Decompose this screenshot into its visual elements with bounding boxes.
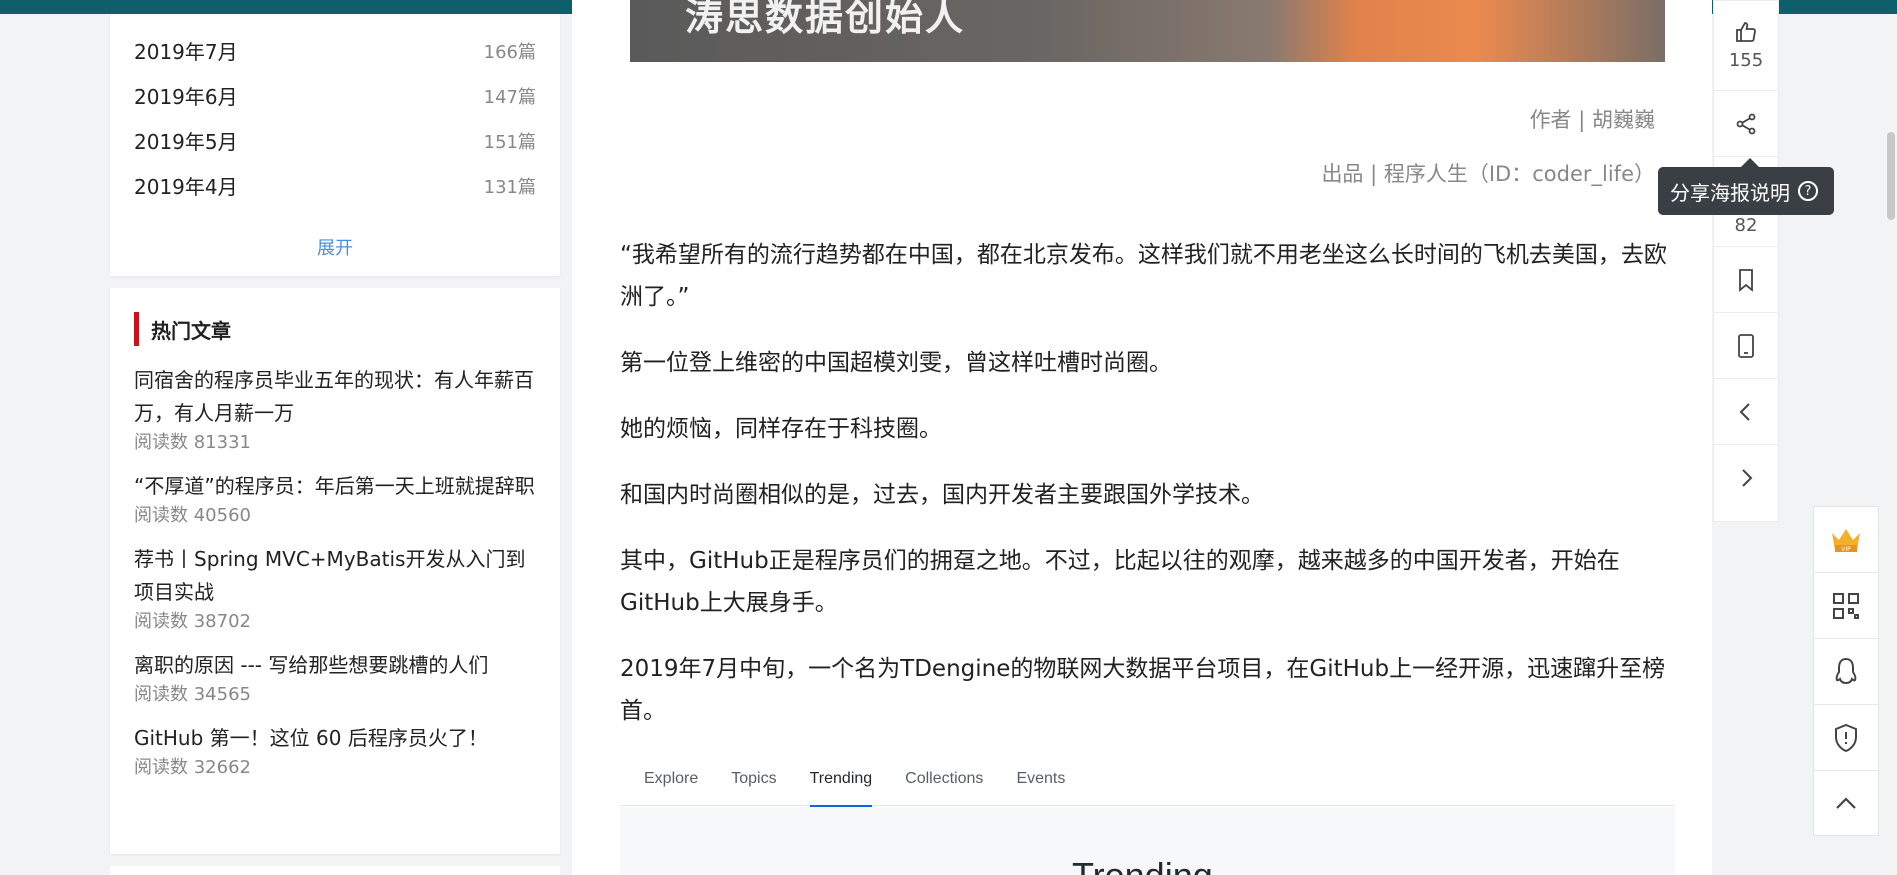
archive-count: 151篇 — [483, 131, 536, 153]
qrcode-button[interactable] — [1814, 573, 1878, 639]
hot-articles-card: 热门文章 同宿舍的程序员毕业五年的现状：有人年薪百万，有人月薪一万 阅读数 81… — [110, 288, 560, 854]
github-screenshot-body: Trending — [620, 807, 1675, 875]
floating-toolbar: VIP — [1813, 506, 1879, 836]
scrollbar-thumb[interactable] — [1887, 132, 1895, 220]
chevron-left-icon — [1739, 402, 1750, 421]
archive-card: 2019年7月 166篇 2019年6月 147篇 2019年5月 151篇 2… — [110, 14, 560, 276]
like-button[interactable]: 155 — [1714, 1, 1778, 91]
svg-text:VIP: VIP — [1841, 546, 1851, 553]
comment-count: 82 — [1734, 215, 1758, 236]
bookmark-icon — [1739, 268, 1753, 292]
back-to-top-button[interactable] — [1814, 771, 1878, 837]
archive-count: 147篇 — [483, 86, 536, 108]
report-button[interactable] — [1814, 705, 1878, 771]
hero-image: 涛思数据创始人 — [630, 0, 1665, 62]
like-count: 155 — [1728, 50, 1764, 71]
vip-button[interactable]: VIP — [1814, 507, 1878, 573]
github-trending-heading: Trending — [1072, 855, 1213, 875]
archive-count: 166篇 — [483, 41, 536, 63]
github-tab-collections: Collections — [905, 769, 984, 787]
article-paragraph: 其中，GitHub正是程序员们的拥趸之地。不过，比起以往的观摩，越来越多的中国开… — [620, 548, 1620, 616]
hot-article-reads: 阅读数 40560 — [134, 505, 251, 526]
article-author: 作者 | 胡巍巍 — [1529, 108, 1655, 132]
qrcode-icon — [1833, 592, 1859, 619]
hero-image-caption: 涛思数据创始人 — [685, 0, 966, 39]
hot-article-reads: 阅读数 81331 — [134, 432, 251, 453]
archive-month: 2019年5月 — [134, 130, 238, 154]
hot-articles-heading: 热门文章 — [134, 312, 536, 346]
archive-month: 2019年4月 — [134, 175, 238, 199]
hot-article-link[interactable]: 离职的原因 --- 写给那些想要跳槽的人们 — [134, 649, 536, 682]
share-button[interactable] — [1714, 91, 1778, 157]
next-article-button[interactable] — [1714, 445, 1778, 511]
hot-article-link[interactable]: 荐书丨Spring MVC+MyBatis开发从入门到项目实战 — [134, 543, 536, 609]
article-paragraph: 和国内时尚圈相似的是，过去，国内开发者主要跟国外学技术。 — [620, 482, 1264, 508]
hot-article-link[interactable]: 同宿舍的程序员毕业五年的现状：有人年薪百万，有人月薪一万 — [134, 364, 536, 430]
expand-archive-link[interactable]: 展开 — [134, 234, 536, 260]
hot-article-item: 荐书丨Spring MVC+MyBatis开发从入门到项目实战 阅读数 3870… — [134, 543, 536, 635]
article-paragraph: 2019年7月中旬，一个名为TDengine的物联网大数据平台项目，在GitHu… — [620, 656, 1666, 724]
archive-item[interactable]: 2019年6月 147篇 — [134, 73, 536, 118]
sidebar: 2019年7月 166篇 2019年6月 147篇 2019年5月 151篇 2… — [110, 14, 560, 854]
next-sidebar-card — [110, 866, 560, 875]
article-paragraph: 第一位登上维密的中国超模刘雯，曾这样吐槽时尚圈。 — [620, 350, 1172, 376]
tooltip-text: 分享海报说明 — [1670, 180, 1790, 205]
archive-month: 2019年7月 — [134, 40, 238, 64]
shield-alert-icon — [1835, 723, 1857, 752]
github-tab-topics: Topics — [731, 769, 777, 787]
mobile-icon — [1738, 333, 1754, 358]
hot-article-item: GitHub 第一！这位 60 后程序员火了！ 阅读数 32662 — [134, 722, 536, 781]
vip-crown-icon: VIP — [1832, 528, 1860, 553]
archive-item[interactable]: 2019年5月 151篇 — [134, 118, 536, 163]
hot-article-link[interactable]: GitHub 第一！这位 60 后程序员火了！ — [134, 722, 536, 755]
qq-penguin-icon — [1835, 657, 1857, 684]
hot-articles-title: 热门文章 — [151, 318, 231, 343]
chevron-up-icon — [1836, 797, 1856, 809]
article-paragraph: 她的烦恼，同样存在于科技圈。 — [620, 416, 942, 442]
qq-button[interactable] — [1814, 639, 1878, 705]
heading-accent-bar — [134, 312, 139, 346]
article-paragraph: “我希望所有的流行趋势都在中国，都在北京发布。这样我们就不用老坐这么长时间的飞机… — [620, 242, 1667, 310]
hot-article-reads: 阅读数 32662 — [134, 757, 251, 778]
bookmark-button[interactable] — [1714, 247, 1778, 313]
archive-item[interactable]: 2019年7月 166篇 — [134, 28, 536, 73]
thumbs-up-icon — [1736, 22, 1756, 42]
github-screenshot-tabs: Explore Topics Trending Collections Even… — [620, 752, 1675, 807]
archive-month: 2019年6月 — [134, 85, 238, 109]
chevron-right-icon — [1742, 469, 1753, 487]
hot-article-item: 同宿舍的程序员毕业五年的现状：有人年薪百万，有人月薪一万 阅读数 81331 — [134, 364, 536, 456]
article-source: 出品 | 程序人生（ID：coder_life） — [1321, 162, 1655, 186]
archive-count: 131篇 — [483, 176, 536, 198]
hot-article-link[interactable]: “不厚道”的程序员：年后第一天上班就提辞职 — [134, 470, 536, 503]
hot-article-item: 离职的原因 --- 写给那些想要跳槽的人们 阅读数 34565 — [134, 649, 536, 708]
github-tab-explore: Explore — [644, 769, 699, 787]
previous-article-button[interactable] — [1714, 379, 1778, 445]
github-tab-trending: Trending — [809, 752, 872, 807]
article-action-bar: 155 82 — [1713, 0, 1779, 522]
hot-article-reads: 阅读数 38702 — [134, 611, 251, 632]
archive-item[interactable]: 2019年4月 131篇 — [134, 163, 536, 208]
help-icon[interactable]: ? — [1798, 181, 1818, 201]
hot-article-item: “不厚道”的程序员：年后第一天上班就提辞职 阅读数 40560 — [134, 470, 536, 529]
share-icon — [1736, 113, 1756, 134]
hot-article-reads: 阅读数 34565 — [134, 684, 251, 705]
share-poster-tooltip: 分享海报说明 ? — [1658, 158, 1834, 215]
page-scrollbar[interactable] — [1885, 14, 1897, 875]
github-tab-events: Events — [1016, 769, 1066, 787]
mobile-view-button[interactable] — [1714, 313, 1778, 379]
